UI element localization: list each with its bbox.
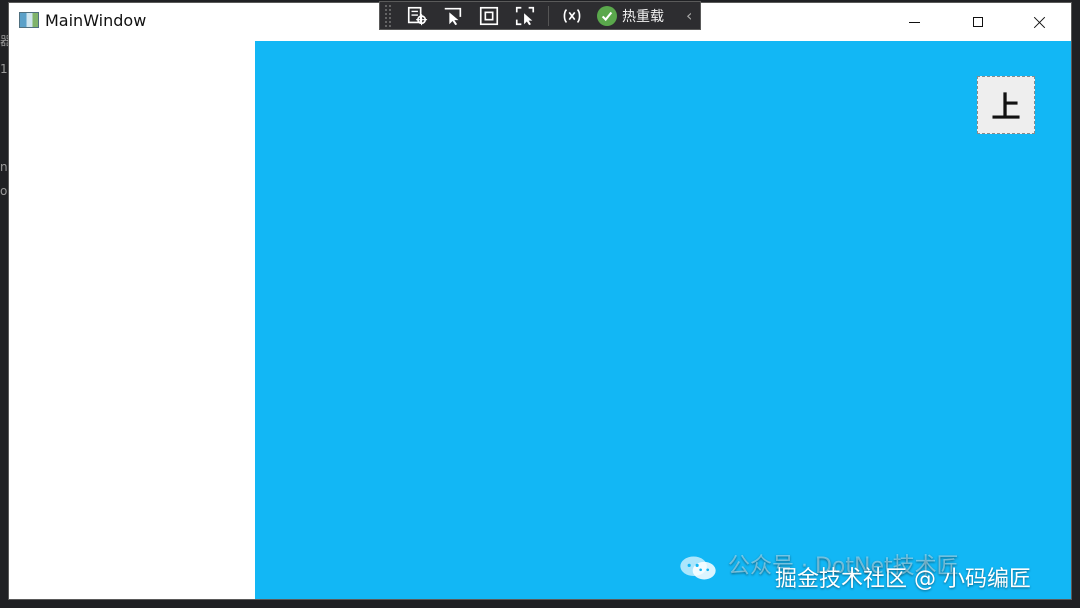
background-text-fragment: 1 xyxy=(0,62,8,76)
wechat-icon xyxy=(680,556,716,580)
track-focus-button[interactable] xyxy=(510,3,540,28)
binding-failure-icon xyxy=(563,8,581,23)
track-focus-icon xyxy=(515,6,535,25)
collapse-toolbar-icon[interactable]: ‹ xyxy=(686,6,692,25)
app-window-icon xyxy=(19,12,39,28)
toolbar-grip[interactable] xyxy=(384,4,392,27)
window-title: MainWindow xyxy=(45,11,147,30)
select-element-button[interactable] xyxy=(402,3,432,28)
background-text-fragment: n xyxy=(0,160,8,174)
close-icon xyxy=(1034,16,1046,28)
toolbar-separator xyxy=(548,5,549,26)
layout-adorner-button[interactable] xyxy=(474,3,504,28)
binding-failures-button[interactable] xyxy=(557,3,587,28)
hot-reload-label: 热重载 xyxy=(622,8,664,25)
pointer-select-icon xyxy=(444,7,462,25)
maximize-icon xyxy=(973,17,983,27)
close-button[interactable] xyxy=(1017,3,1063,41)
up-button[interactable]: 上 xyxy=(977,76,1035,134)
main-window: MainWindow 上 xyxy=(8,2,1072,600)
maximize-button[interactable] xyxy=(955,3,1001,41)
select-element-icon xyxy=(407,6,428,25)
blue-content-area: 上 xyxy=(255,41,1071,599)
pointer-select-button[interactable] xyxy=(438,3,468,28)
watermark-main-text: 掘金技术社区 @ 小码编匠 xyxy=(775,567,1031,592)
minimize-icon xyxy=(908,21,920,23)
left-pane xyxy=(9,41,255,599)
layout-adorner-icon xyxy=(479,6,499,25)
background-text-fragment: o xyxy=(0,184,8,198)
watermark: 公众号 · DotNet技术匠 掘金技术社区 @ 小码编匠 xyxy=(678,547,1072,595)
minimize-button[interactable] xyxy=(891,3,937,41)
xaml-debug-toolbar: 热重载 ‹ xyxy=(379,1,701,30)
hot-reload-status[interactable]: 热重载 xyxy=(597,5,664,26)
hot-reload-check-icon xyxy=(597,5,617,26)
